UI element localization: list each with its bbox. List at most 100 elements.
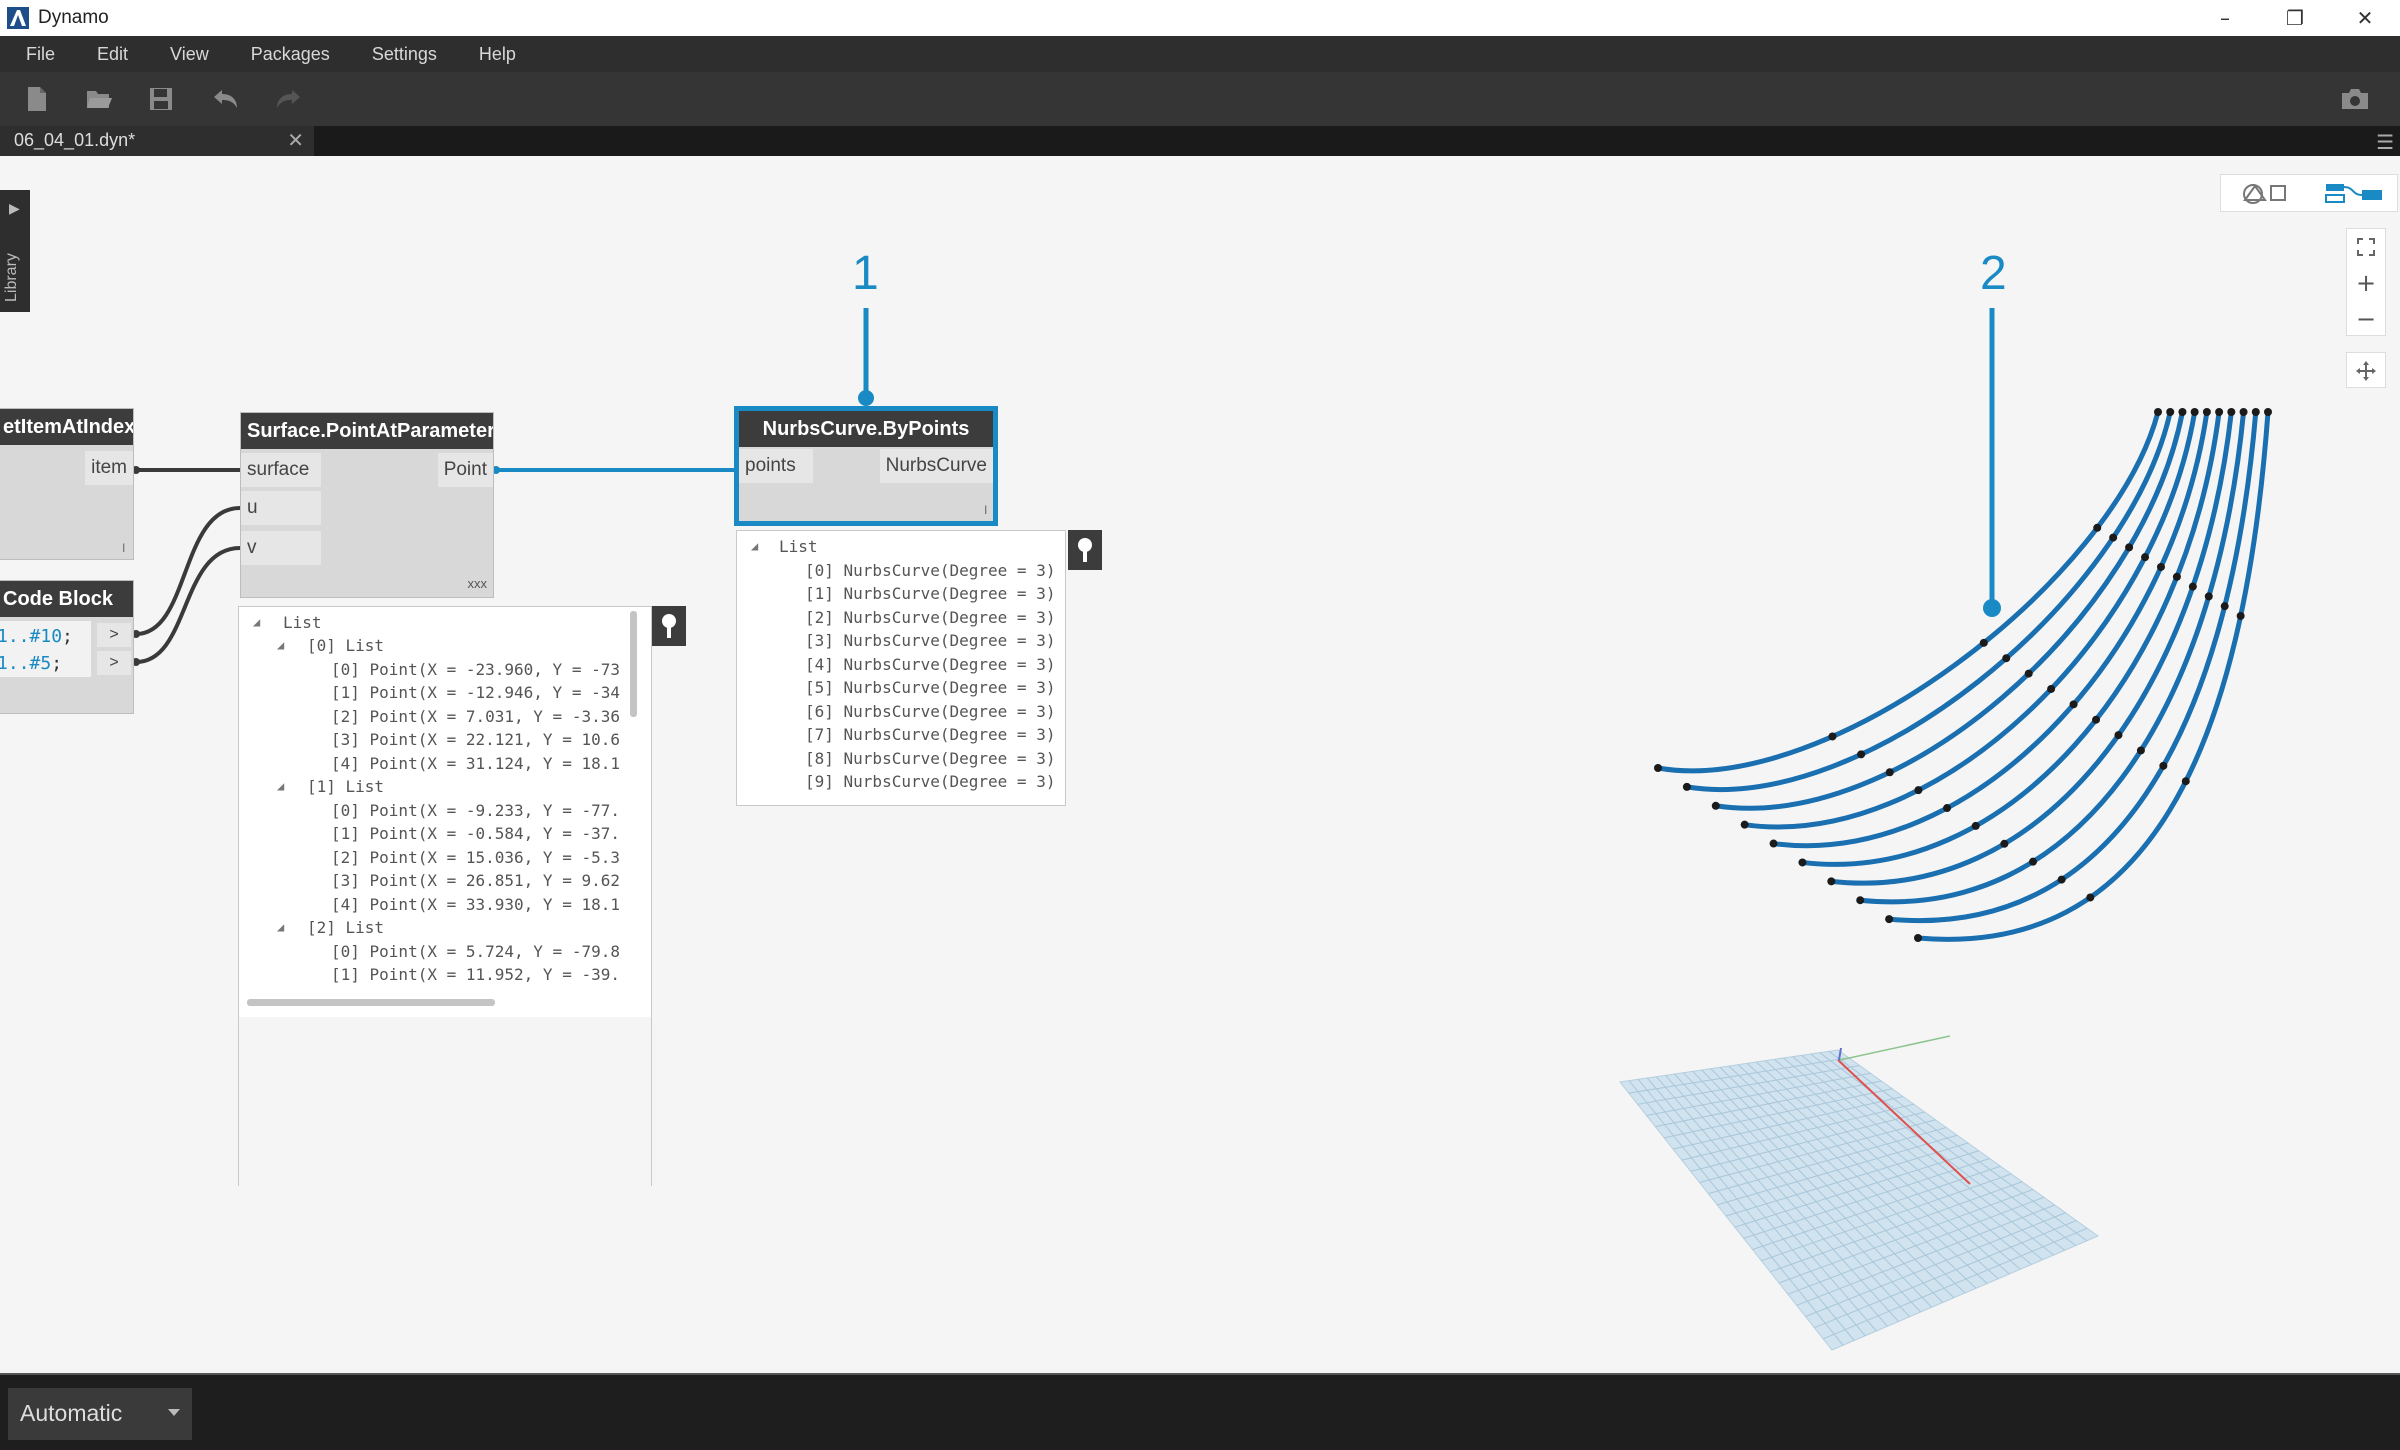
zoom-in-icon[interactable]: +: [2347, 265, 2385, 301]
collapse-icon[interactable]: ◢: [277, 920, 284, 934]
nurbscurve-bypoints-node[interactable]: NurbsCurve.ByPoints points NurbsCurve l: [734, 406, 998, 526]
lacing-indicator: l: [122, 541, 125, 555]
horizontal-scrollbar[interactable]: [247, 999, 495, 1006]
collapse-icon[interactable]: ◢: [253, 615, 260, 629]
curve-point: [1827, 877, 1836, 886]
tree-item: [8] NurbsCurve(Degree = 3): [805, 749, 1056, 768]
run-mode-dropdown[interactable]: Automatic: [8, 1388, 192, 1440]
collapse-icon[interactable]: ◢: [277, 638, 284, 652]
code-editor[interactable]: 1..#10; 1..#5;: [0, 621, 91, 677]
wire-codeblock-to-u[interactable]: [135, 506, 241, 636]
vertical-scrollbar[interactable]: [630, 611, 637, 717]
tree-group-label: [0] List: [307, 636, 385, 655]
curve-point: [1971, 821, 1980, 830]
tree-item: [1] Point(X = -12.946, Y = -34: [331, 683, 620, 702]
menu-file[interactable]: File: [26, 44, 55, 65]
output-port-2[interactable]: >: [97, 651, 131, 675]
input-port-points[interactable]: points: [739, 449, 813, 483]
menu-view[interactable]: View: [170, 44, 209, 65]
curve-point: [2156, 562, 2165, 571]
code-line-2-count: 5: [40, 653, 52, 674]
curve-point: [2251, 408, 2260, 416]
pan-icon[interactable]: [2347, 353, 2385, 389]
menu-packages[interactable]: Packages: [251, 44, 330, 65]
nurbs-curve: [1657, 411, 2161, 774]
close-tab-icon[interactable]: ✕: [287, 128, 304, 153]
input-port-v[interactable]: v: [241, 531, 321, 565]
tree-item: [4] Point(X = 33.930, Y = 18.1: [331, 895, 620, 914]
curve-point: [2154, 408, 2162, 416]
node-title: NurbsCurve.ByPoints: [739, 411, 993, 447]
open-file-icon[interactable]: [84, 84, 114, 114]
menu-edit[interactable]: Edit: [97, 44, 128, 65]
title-bar: Dynamo – ❐ ✕: [0, 0, 2400, 36]
curve-point: [1828, 732, 1837, 741]
output-port-point[interactable]: Point: [437, 453, 493, 487]
fit-view-icon[interactable]: [2347, 229, 2385, 265]
collapse-icon[interactable]: ◢: [751, 539, 758, 553]
file-tab[interactable]: 06_04_01.dyn* ✕: [0, 126, 314, 156]
bubble-clip: [239, 1017, 651, 1187]
graph-canvas[interactable]: ▶ Library etItemAtIndex item l Code Bloc…: [0, 156, 2400, 1373]
geometry-view-icon[interactable]: [2221, 175, 2309, 211]
dynamo-logo-icon: [7, 7, 29, 29]
ground-grid: [1619, 1035, 2100, 1351]
tab-menu-icon[interactable]: ☰: [2376, 130, 2394, 155]
curve-point: [2166, 408, 2175, 416]
curve-point: [2093, 523, 2102, 532]
curve-point: [2239, 408, 2248, 416]
geometry-preview[interactable]: [1560, 236, 2320, 1356]
input-port-surface[interactable]: surface: [241, 453, 321, 487]
curve-point: [2204, 592, 2213, 601]
code-line-2-end: ;: [51, 653, 63, 674]
output-port-nurbscurve[interactable]: NurbsCurve: [879, 449, 993, 483]
curve-point: [1979, 638, 1988, 647]
zoom-out-icon[interactable]: −: [2347, 301, 2385, 337]
undo-icon[interactable]: [210, 84, 240, 114]
expand-library-icon[interactable]: ▶: [9, 200, 20, 217]
input-port-u[interactable]: u: [241, 491, 321, 525]
curve-point: [2188, 582, 2197, 591]
menu-settings[interactable]: Settings: [372, 44, 437, 65]
collapse-icon[interactable]: ◢: [277, 779, 284, 793]
tree-item: [0] Point(X = -23.960, Y = -73: [331, 660, 620, 679]
getitematindex-node[interactable]: etItemAtIndex item l: [0, 408, 134, 560]
pin-icon[interactable]: [652, 606, 686, 646]
tree-item: [2] NurbsCurve(Degree = 3): [805, 608, 1056, 627]
minimize-icon[interactable]: –: [2190, 0, 2260, 36]
curve-point: [1943, 804, 1952, 813]
curve-point: [2227, 408, 2236, 416]
tree-item: [1] NurbsCurve(Degree = 3): [805, 584, 1056, 603]
code-block-node[interactable]: Code Block 1..#10; 1..#5; > >: [0, 580, 134, 714]
tree-item: [0] Point(X = -9.233, Y = -77.: [331, 801, 620, 820]
nurbs-curve: [1686, 411, 2173, 792]
tree-root-label: List: [283, 613, 322, 632]
curve-point: [2000, 839, 2009, 848]
curve-point: [1769, 839, 1778, 848]
library-label: Library: [3, 253, 20, 302]
tree-item: [3] NurbsCurve(Degree = 3): [805, 631, 1056, 650]
restore-icon[interactable]: ❐: [2260, 0, 2330, 36]
pin-icon[interactable]: [1068, 530, 1102, 570]
tree-item: [2] Point(X = 7.031, Y = -3.36: [331, 707, 620, 726]
surface-pointatparameter-node[interactable]: Surface.PointAtParameter surface u v Poi…: [240, 412, 494, 598]
redo-icon[interactable]: [274, 84, 304, 114]
point-preview-bubble[interactable]: ◢ List ◢ [0] List [0] Point(X = -23.960,…: [238, 606, 652, 1187]
code-line-1-range: 1..#: [0, 626, 41, 647]
graph-view-icon[interactable]: [2311, 175, 2397, 211]
toolbar: [0, 72, 2400, 126]
curve-preview-bubble[interactable]: ◢ List [0] NurbsCurve(Degree = 3) [1] Nu…: [736, 530, 1066, 806]
node-title: Code Block: [0, 581, 133, 617]
tree-item: [7] NurbsCurve(Degree = 3): [805, 725, 1056, 744]
curve-point: [2190, 408, 2199, 416]
library-tab[interactable]: ▶ Library: [0, 190, 30, 312]
camera-icon[interactable]: [2340, 84, 2370, 114]
output-port-1[interactable]: >: [97, 623, 131, 647]
menu-help[interactable]: Help: [479, 44, 516, 65]
output-port-item[interactable]: item: [85, 451, 133, 485]
new-file-icon[interactable]: [22, 84, 52, 114]
close-icon[interactable]: ✕: [2330, 0, 2400, 36]
save-icon[interactable]: [146, 84, 176, 114]
zoom-controls: + −: [2346, 228, 2386, 336]
curve-point: [2141, 553, 2150, 562]
